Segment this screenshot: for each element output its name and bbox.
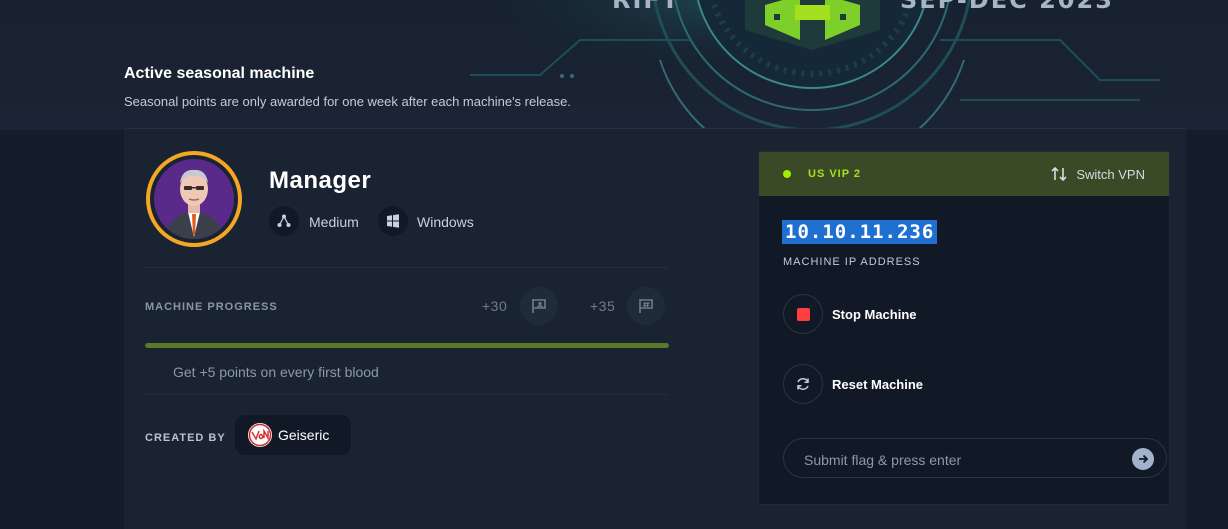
divider (144, 394, 668, 395)
difficulty-icon (269, 206, 299, 236)
banner-right-text: SEP-DEC 2023 (900, 0, 1114, 14)
arrow-right-icon (1139, 454, 1149, 464)
reset-machine-button[interactable]: Reset Machine (783, 364, 923, 404)
submit-flag-button[interactable] (1132, 448, 1154, 470)
machine-progress-label: MACHINE PROGRESS (145, 301, 278, 313)
flag-input[interactable] (802, 449, 1106, 471)
windows-icon (378, 206, 408, 236)
created-by-label: CREATED BY (145, 432, 226, 444)
machine-avatar[interactable] (144, 149, 244, 249)
machine-ip-label: MACHINE IP ADDRESS (783, 256, 921, 268)
progress-fill (145, 343, 669, 348)
root-points: +35 (590, 298, 616, 314)
vpn-server-name: US VIP 2 (808, 168, 862, 180)
os-label: Windows (417, 214, 474, 230)
creator-chip[interactable]: Geiseric (235, 415, 351, 455)
stop-machine-label: Stop Machine (832, 306, 917, 322)
stop-machine-button[interactable]: Stop Machine (783, 294, 917, 334)
banner-left-text: RIFT (612, 0, 681, 14)
user-points: +30 (482, 298, 508, 314)
machine-instance-panel: US VIP 2 Switch VPN 10.10.11.236 MACHINE… (758, 151, 1170, 505)
flag-submit-field (783, 438, 1167, 478)
vpn-status-dot (783, 170, 791, 178)
creator-avatar (248, 423, 272, 447)
machine-name[interactable]: Manager (269, 167, 371, 195)
difficulty-label: Medium (309, 214, 359, 230)
machine-ip-address[interactable]: 10.10.11.236 (782, 220, 938, 244)
divider (144, 267, 668, 268)
vpn-bar: US VIP 2 Switch VPN (759, 152, 1169, 196)
root-flag-icon (627, 287, 665, 325)
user-flag-icon (520, 287, 558, 325)
first-blood-note: Get +5 points on every first blood (173, 364, 379, 380)
machine-progress-bar (145, 343, 669, 348)
swap-icon (1051, 166, 1067, 182)
switch-vpn-button[interactable]: Switch VPN (1050, 165, 1145, 183)
switch-vpn-label: Switch VPN (1076, 166, 1145, 182)
section-subtitle: Seasonal points are only awarded for one… (124, 94, 571, 109)
manager-avatar-icon (146, 151, 242, 247)
reset-icon (783, 364, 823, 404)
machine-card: Manager Medium Windows MACHINE PROGRESS … (124, 128, 1186, 529)
creator-name: Geiseric (278, 427, 330, 443)
section-title: Active seasonal machine (124, 65, 315, 82)
stop-icon (783, 294, 823, 334)
reset-machine-label: Reset Machine (832, 376, 924, 392)
